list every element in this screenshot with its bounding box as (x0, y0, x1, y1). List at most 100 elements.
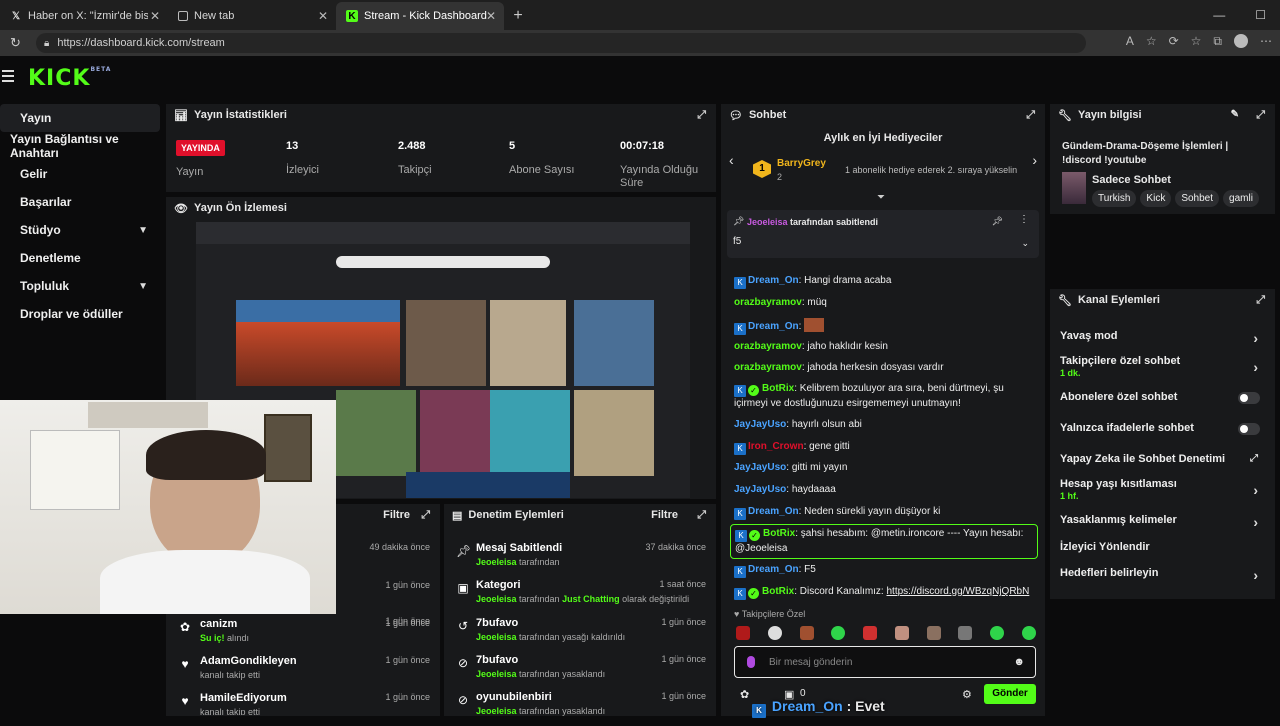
activity-row: ♥ AdamGondikleyen kanalı takip etti 1 gü… (166, 653, 440, 689)
reload-icon[interactable]: ↻ (10, 35, 21, 51)
browser-tab-kick[interactable]: K Stream - Kick Dashboard ✕ (336, 2, 504, 30)
expand-icon[interactable]: ⤢ (1256, 294, 1265, 307)
chat-username[interactable]: Dream_On (748, 275, 799, 286)
channel-action-row[interactable]: Hedefleri belirleyin › (1060, 567, 1266, 583)
emote[interactable] (894, 626, 909, 640)
channel-action-row[interactable]: Yavaş mod › (1060, 330, 1266, 346)
chat-username[interactable]: Dream_On (748, 506, 799, 517)
emote[interactable] (958, 626, 973, 640)
kick-logo[interactable]: KICKBETA (28, 66, 111, 91)
emote[interactable] (799, 626, 814, 640)
expand-icon[interactable]: ⤢ (697, 509, 706, 522)
more-options-icon[interactable]: ⋮ (1019, 214, 1029, 225)
emote[interactable] (990, 626, 1005, 640)
chat-username[interactable]: Iron_Crown (748, 441, 804, 452)
unpin-icon[interactable]: 📌︎ (992, 216, 1003, 227)
channel-action-row[interactable]: Yalnızca ifadelerle sohbet (1060, 422, 1266, 435)
expand-icon[interactable]: ⤢ (421, 509, 430, 522)
browser-tab-x[interactable]: 𝕏 Haber on X: "İzmir'de bisikletliyi s..… (0, 2, 168, 30)
channel-action-row[interactable]: Yapay Zeka ile Sohbet Denetimi ⤢ (1060, 453, 1266, 465)
chat-username[interactable]: orazbayramov (734, 297, 802, 308)
tag[interactable]: gamli (1223, 190, 1259, 207)
maximize-icon[interactable]: ☐ (1255, 8, 1266, 22)
read-aloud-icon[interactable]: A (1126, 34, 1134, 49)
browser-tab-newtab[interactable]: New tab ✕ (168, 2, 336, 30)
toggle-switch[interactable] (1238, 423, 1260, 435)
emote[interactable] (926, 626, 941, 640)
kick-badge-icon: K (734, 385, 746, 397)
uptime-stat: 00:07:18 Yayında Olduğu Süre (620, 140, 699, 189)
expand-icon[interactable]: ⤢ (1026, 109, 1035, 122)
close-icon[interactable]: ✕ (318, 9, 328, 23)
chat-text: : müq (801, 297, 827, 308)
collections-icon[interactable]: ⧉ (1213, 34, 1222, 49)
chat-message: K Dream_On: F5 (734, 563, 1040, 578)
emote-picker-icon[interactable]: ✿ (740, 688, 749, 701)
channel-action-row[interactable]: Yasaklanmış kelimeler › (1060, 514, 1266, 530)
close-icon[interactable]: ✕ (150, 9, 160, 23)
sidebar-item-basarilar[interactable]: Başarılar (0, 188, 160, 216)
profile-icon[interactable] (1234, 34, 1248, 48)
filter-button[interactable]: Filtre (383, 509, 410, 521)
channel-action-row[interactable]: Hesap yaşı kısıtlaması 1 hf. › (1060, 478, 1266, 501)
followers-only-label: ♥ Takipçilere Özel (734, 609, 806, 619)
chat-username[interactable]: orazbayramov (734, 362, 802, 373)
chat-username[interactable]: BotRix (762, 383, 794, 394)
channel-action-row[interactable]: İzleyici Yönlendir (1060, 541, 1266, 553)
sidebar-item-stream-key[interactable]: Yayın Bağlantısı ve Anahtarı (0, 132, 160, 160)
chat-username[interactable]: JayJayUso (734, 462, 786, 473)
extensions-icon[interactable]: ⟳ (1169, 34, 1179, 49)
filter-button[interactable]: Filtre (651, 509, 678, 521)
chat-text: : jaho haklıdır kesin (801, 341, 888, 352)
chat-username[interactable]: orazbayramov (734, 341, 802, 352)
sidebar-item-gelir[interactable]: Gelir (0, 160, 160, 188)
new-tab-button[interactable]: + (504, 2, 532, 30)
chat-username[interactable]: Dream_On (748, 321, 799, 332)
chat-username[interactable]: BotRix (762, 586, 794, 597)
expand-icon[interactable]: ⤢ (1256, 109, 1265, 122)
send-button[interactable]: Gönder (984, 684, 1036, 704)
emote[interactable] (831, 626, 846, 640)
favorites-icon[interactable]: ☆ (1191, 34, 1202, 49)
chat-username[interactable]: JayJayUso (734, 484, 786, 495)
category-name: Sadece Sohbet (1092, 174, 1171, 186)
minimize-icon[interactable]: — (1213, 8, 1225, 22)
emote[interactable] (863, 626, 878, 640)
chat-input[interactable]: Bir mesaj gönderin ☻ (734, 646, 1036, 678)
modlog-row: 📌︎ Mesaj Sabitlendi Jeoeleisa tarafından… (456, 542, 706, 567)
star-icon[interactable]: ☆ (1146, 34, 1157, 49)
hamburger-icon[interactable] (2, 70, 14, 85)
mod-actions-panel: ▤ Denetim Eylemleri Filtre ⤢ 📌︎ Mesaj Sa… (444, 504, 716, 716)
emote[interactable] (1021, 626, 1036, 640)
expand-icon[interactable]: ⤢ (697, 109, 706, 122)
chevron-right-icon[interactable]: › (1032, 152, 1037, 168)
chat-username[interactable]: Dream_On (748, 564, 799, 575)
gifter-rank-badge: 1 (753, 160, 771, 178)
toggle-switch[interactable] (1238, 392, 1260, 404)
kick-badge-icon: K (734, 588, 746, 600)
emote[interactable] (736, 626, 750, 640)
emote[interactable] (767, 626, 782, 640)
tag[interactable]: Sohbet (1175, 190, 1220, 207)
chat-username[interactable]: BotRix (763, 528, 795, 539)
chevron-down-icon[interactable]: ⌄ (1021, 238, 1029, 249)
emoji-icon[interactable]: ☻ (1013, 656, 1025, 668)
edit-icon[interactable]: ✎ (1231, 109, 1239, 120)
close-icon[interactable]: ✕ (486, 9, 496, 23)
channel-action-row[interactable]: Abonelere özel sohbet (1060, 391, 1266, 404)
settings-icon[interactable]: ⚙ (962, 688, 972, 701)
address-bar[interactable]: 🔒︎ https://dashboard.kick.com/stream (36, 33, 1086, 53)
chat-username[interactable]: JayJayUso (734, 419, 786, 430)
menu-icon[interactable]: ⋯ (1260, 34, 1272, 49)
chevron-left-icon[interactable]: ‹ (729, 152, 734, 168)
chat-link[interactable]: https://discord.gg/WBzqNjQRbN (887, 586, 1030, 597)
mic-icon[interactable] (747, 656, 755, 668)
sidebar-item-topluluk[interactable]: Topluluk ▼ (0, 272, 160, 300)
channel-action-row[interactable]: Takipçilere özel sohbet 1 dk. › (1060, 355, 1266, 378)
sidebar-item-yayin[interactable]: Yayın (0, 104, 160, 132)
tag[interactable]: Turkish (1092, 190, 1137, 207)
sidebar-item-denetleme[interactable]: Denetleme (0, 244, 160, 272)
tag[interactable]: Kick (1140, 190, 1172, 207)
sidebar-item-studyo[interactable]: Stüdyo ▼ (0, 216, 160, 244)
sidebar-item-droplar[interactable]: Droplar ve ödüller (0, 300, 160, 328)
